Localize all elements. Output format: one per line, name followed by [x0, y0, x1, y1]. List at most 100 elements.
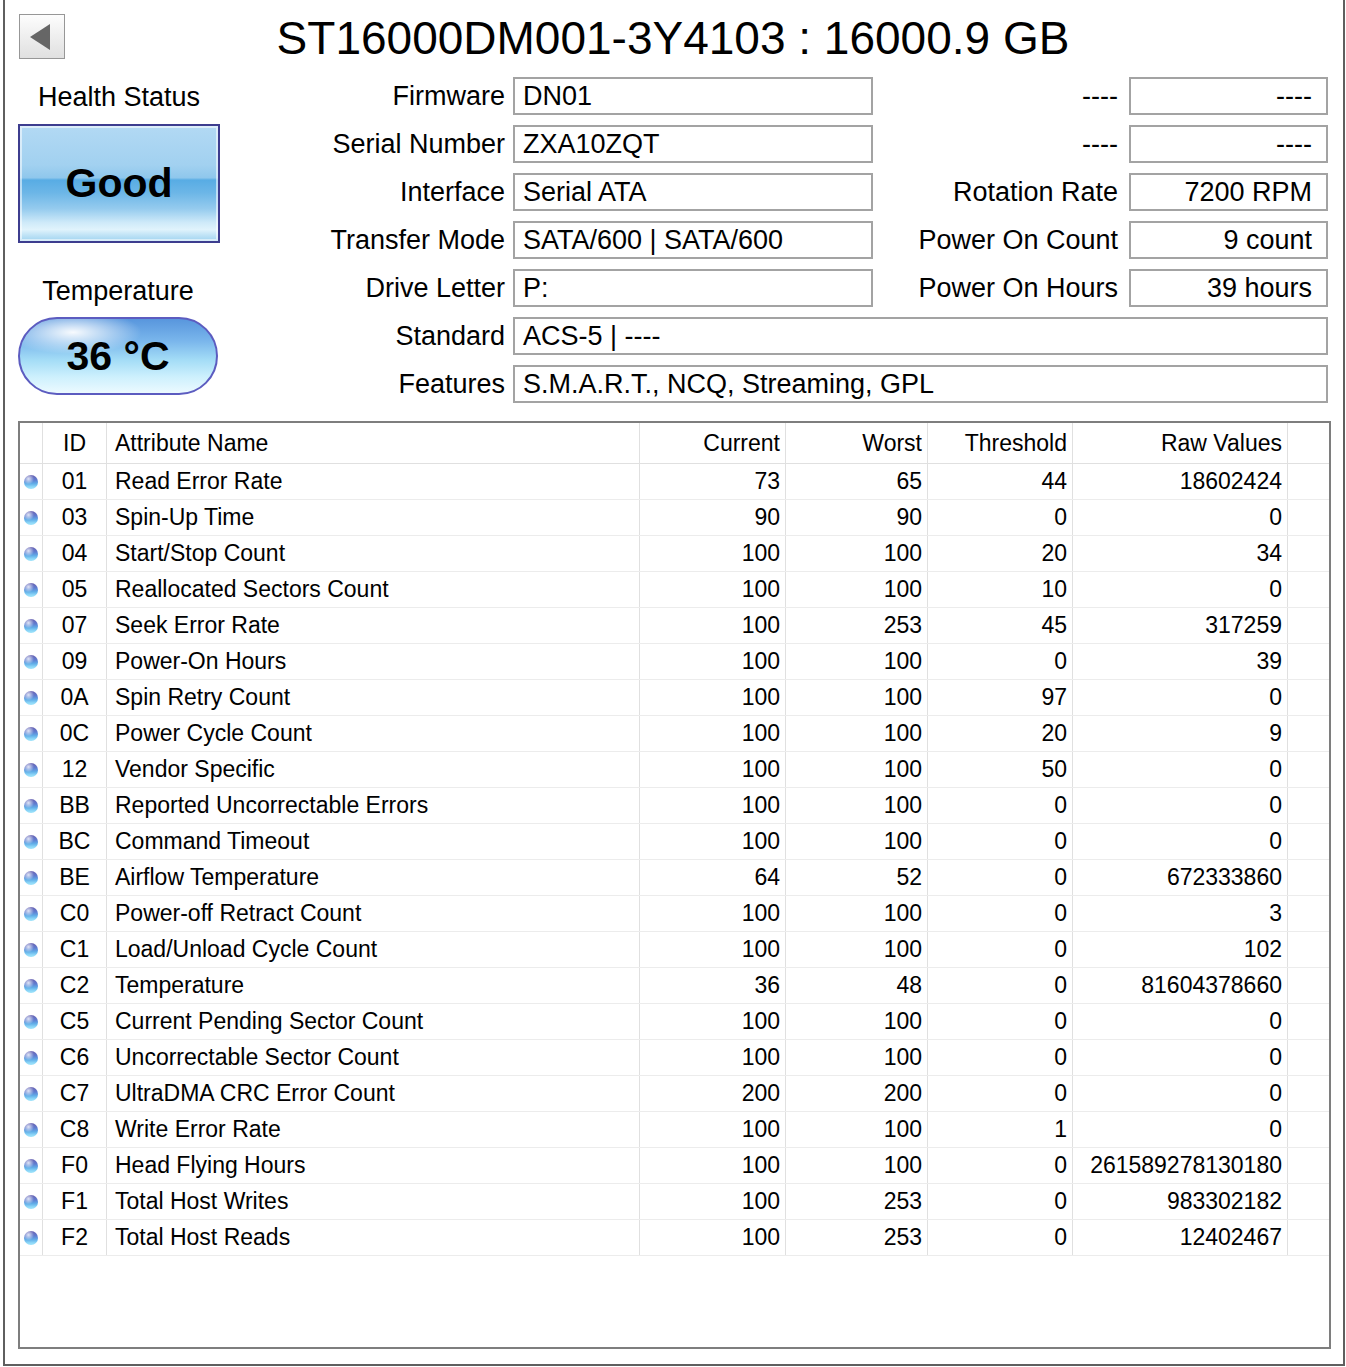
cell-worst: 100 — [786, 824, 928, 859]
table-row[interactable]: 01Read Error Rate73654418602424 — [20, 464, 1329, 500]
col-threshold: Threshold — [928, 423, 1073, 463]
status-dot-cell — [20, 752, 43, 787]
cell-id: 12 — [43, 752, 107, 787]
table-row[interactable]: 0ASpin Retry Count100100970 — [20, 680, 1329, 716]
row-spacer-cell — [1288, 536, 1329, 571]
table-row[interactable]: C7UltraDMA CRC Error Count20020000 — [20, 1076, 1329, 1112]
status-orb-icon — [24, 511, 38, 525]
cell-threshold: 0 — [928, 1040, 1073, 1075]
cell-worst: 100 — [786, 896, 928, 931]
drive-title: ST16000DM001-3Y4103 : 16000.9 GB — [0, 13, 1346, 63]
status-dot-cell — [20, 680, 43, 715]
cell-id: F0 — [43, 1148, 107, 1183]
cell-worst: 100 — [786, 1004, 928, 1039]
cell-attribute-name: Head Flying Hours — [107, 1148, 640, 1183]
cell-attribute-name: Total Host Reads — [107, 1220, 640, 1255]
cell-raw-values: 0 — [1073, 1112, 1288, 1147]
cell-attribute-name: Total Host Writes — [107, 1184, 640, 1219]
cell-raw-values: 0 — [1073, 1076, 1288, 1111]
cell-worst: 48 — [786, 968, 928, 1003]
col-attribute-name: Attribute Name — [107, 423, 640, 463]
cell-id: 03 — [43, 500, 107, 535]
table-row[interactable]: C5Current Pending Sector Count10010000 — [20, 1004, 1329, 1040]
table-row[interactable]: 0CPower Cycle Count100100209 — [20, 716, 1329, 752]
cell-threshold: 0 — [928, 1220, 1073, 1255]
cell-threshold: 0 — [928, 860, 1073, 895]
status-orb-icon — [24, 583, 38, 597]
cell-threshold: 0 — [928, 788, 1073, 823]
cell-current: 100 — [640, 752, 786, 787]
field-value-box: 7200 RPM — [1129, 173, 1328, 211]
field-value-box: ---- — [1129, 77, 1328, 115]
health-status-button[interactable]: Good — [18, 124, 220, 243]
table-row[interactable]: C2Temperature3648081604378660 — [20, 968, 1329, 1004]
row-spacer-cell — [1288, 896, 1329, 931]
cell-threshold: 50 — [928, 752, 1073, 787]
cell-current: 100 — [640, 824, 786, 859]
table-row[interactable]: BBReported Uncorrectable Errors10010000 — [20, 788, 1329, 824]
status-dot-cell — [20, 1004, 43, 1039]
field-value-box: ACS-5 | ---- — [513, 317, 1328, 355]
table-row[interactable]: C0Power-off Retract Count10010003 — [20, 896, 1329, 932]
cell-threshold: 0 — [928, 968, 1073, 1003]
col-worst: Worst — [786, 423, 928, 463]
row-spacer-cell — [1288, 1040, 1329, 1075]
cell-attribute-name: Write Error Rate — [107, 1112, 640, 1147]
cell-raw-values: 0 — [1073, 752, 1288, 787]
table-row[interactable]: F1Total Host Writes1002530983302182 — [20, 1184, 1329, 1220]
status-dot-cell — [20, 824, 43, 859]
table-row[interactable]: C6Uncorrectable Sector Count10010000 — [20, 1040, 1329, 1076]
cell-id: F1 — [43, 1184, 107, 1219]
status-orb-icon — [24, 1123, 38, 1137]
table-row[interactable]: C8Write Error Rate10010010 — [20, 1112, 1329, 1148]
cell-raw-values: 18602424 — [1073, 464, 1288, 499]
table-row[interactable]: 03Spin-Up Time909000 — [20, 500, 1329, 536]
table-row[interactable]: F2Total Host Reads100253012402467 — [20, 1220, 1329, 1256]
cell-attribute-name: Reallocated Sectors Count — [107, 572, 640, 607]
cell-worst: 100 — [786, 536, 928, 571]
cell-current: 100 — [640, 1040, 786, 1075]
cell-current: 64 — [640, 860, 786, 895]
temperature-label: Temperature — [18, 276, 218, 306]
cell-current: 100 — [640, 1220, 786, 1255]
table-row[interactable]: BCCommand Timeout10010000 — [20, 824, 1329, 860]
row-spacer-cell — [1288, 788, 1329, 823]
row-spacer-cell — [1288, 860, 1329, 895]
table-row[interactable]: 07Seek Error Rate10025345317259 — [20, 608, 1329, 644]
cell-threshold: 0 — [928, 500, 1073, 535]
cell-attribute-name: Load/Unload Cycle Count — [107, 932, 640, 967]
cell-threshold: 0 — [928, 1076, 1073, 1111]
table-row[interactable]: BEAirflow Temperature64520672333860 — [20, 860, 1329, 896]
status-orb-icon — [24, 655, 38, 669]
table-row[interactable]: 05Reallocated Sectors Count100100100 — [20, 572, 1329, 608]
status-orb-icon — [24, 547, 38, 561]
table-row[interactable]: 09Power-On Hours100100039 — [20, 644, 1329, 680]
table-row[interactable]: F0Head Flying Hours100100026158927813018… — [20, 1148, 1329, 1184]
cell-raw-values: 0 — [1073, 824, 1288, 859]
cell-threshold: 0 — [928, 644, 1073, 679]
cell-threshold: 0 — [928, 1148, 1073, 1183]
cell-threshold: 97 — [928, 680, 1073, 715]
cell-attribute-name: Power-off Retract Count — [107, 896, 640, 931]
field-label: Interface — [205, 173, 505, 211]
cell-id: C6 — [43, 1040, 107, 1075]
table-row[interactable]: 12Vendor Specific100100500 — [20, 752, 1329, 788]
status-orb-icon — [24, 1087, 38, 1101]
cell-id: C8 — [43, 1112, 107, 1147]
cell-id: BE — [43, 860, 107, 895]
temperature-button[interactable]: 36 °C — [18, 317, 218, 395]
table-row[interactable]: 04Start/Stop Count1001002034 — [20, 536, 1329, 572]
cell-attribute-name: Spin-Up Time — [107, 500, 640, 535]
row-spacer-cell — [1288, 608, 1329, 643]
status-dot-cell — [20, 968, 43, 1003]
cell-worst: 253 — [786, 1184, 928, 1219]
cell-current: 100 — [640, 644, 786, 679]
field-value-box: 9 count — [1129, 221, 1328, 259]
cell-attribute-name: Read Error Rate — [107, 464, 640, 499]
cell-threshold: 0 — [928, 824, 1073, 859]
cell-worst: 100 — [786, 932, 928, 967]
row-spacer-cell — [1288, 1148, 1329, 1183]
table-row[interactable]: C1Load/Unload Cycle Count1001000102 — [20, 932, 1329, 968]
field-label: Serial Number — [205, 125, 505, 163]
row-spacer-cell — [1288, 572, 1329, 607]
